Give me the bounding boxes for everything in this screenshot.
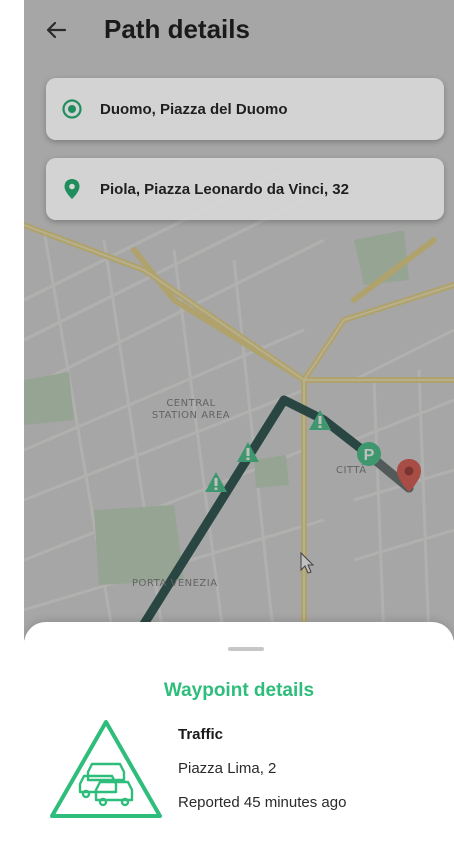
traffic-jam-icon	[50, 720, 162, 818]
arrow-left-icon	[46, 21, 67, 39]
location-pin-icon	[60, 177, 84, 201]
destination-pin-icon[interactable]	[396, 458, 422, 494]
waypoint-reported-time: Reported 45 minutes ago	[178, 794, 347, 811]
map-area-label: PORTA VENEZIA	[132, 578, 218, 589]
origin-field[interactable]: Duomo, Piazza del Duomo	[46, 78, 444, 140]
map-area-label: CENTRAL STATION AREA	[151, 398, 231, 421]
waypoint-address: Piazza Lima, 2	[178, 760, 277, 777]
destination-field[interactable]: Piola, Piazza Leonardo da Vinci, 32	[46, 158, 444, 220]
traffic-warning-icon[interactable]	[204, 470, 228, 500]
waypoint-type: Traffic	[178, 726, 224, 743]
sheet-drag-handle[interactable]	[228, 647, 264, 651]
waypoint-bottom-sheet[interactable]: Waypoint details Traffic Piazza Lima, 2 …	[24, 622, 454, 850]
origin-target-icon	[60, 97, 84, 121]
parking-icon[interactable]: P	[354, 440, 384, 472]
app-screen: CENTRAL STATION AREA CITTÀ PORTA VENEZIA…	[24, 0, 454, 850]
svg-text:P: P	[364, 447, 375, 464]
traffic-warning-icon[interactable]	[236, 440, 260, 470]
back-button[interactable]	[42, 16, 70, 44]
traffic-warning-icon[interactable]	[308, 408, 332, 438]
origin-label: Duomo, Piazza del Duomo	[100, 100, 288, 118]
app-header: Path details	[24, 0, 454, 60]
page-title: Path details	[104, 14, 250, 44]
destination-label: Piola, Piazza Leonardo da Vinci, 32	[100, 180, 349, 198]
sheet-title: Waypoint details	[163, 680, 315, 701]
